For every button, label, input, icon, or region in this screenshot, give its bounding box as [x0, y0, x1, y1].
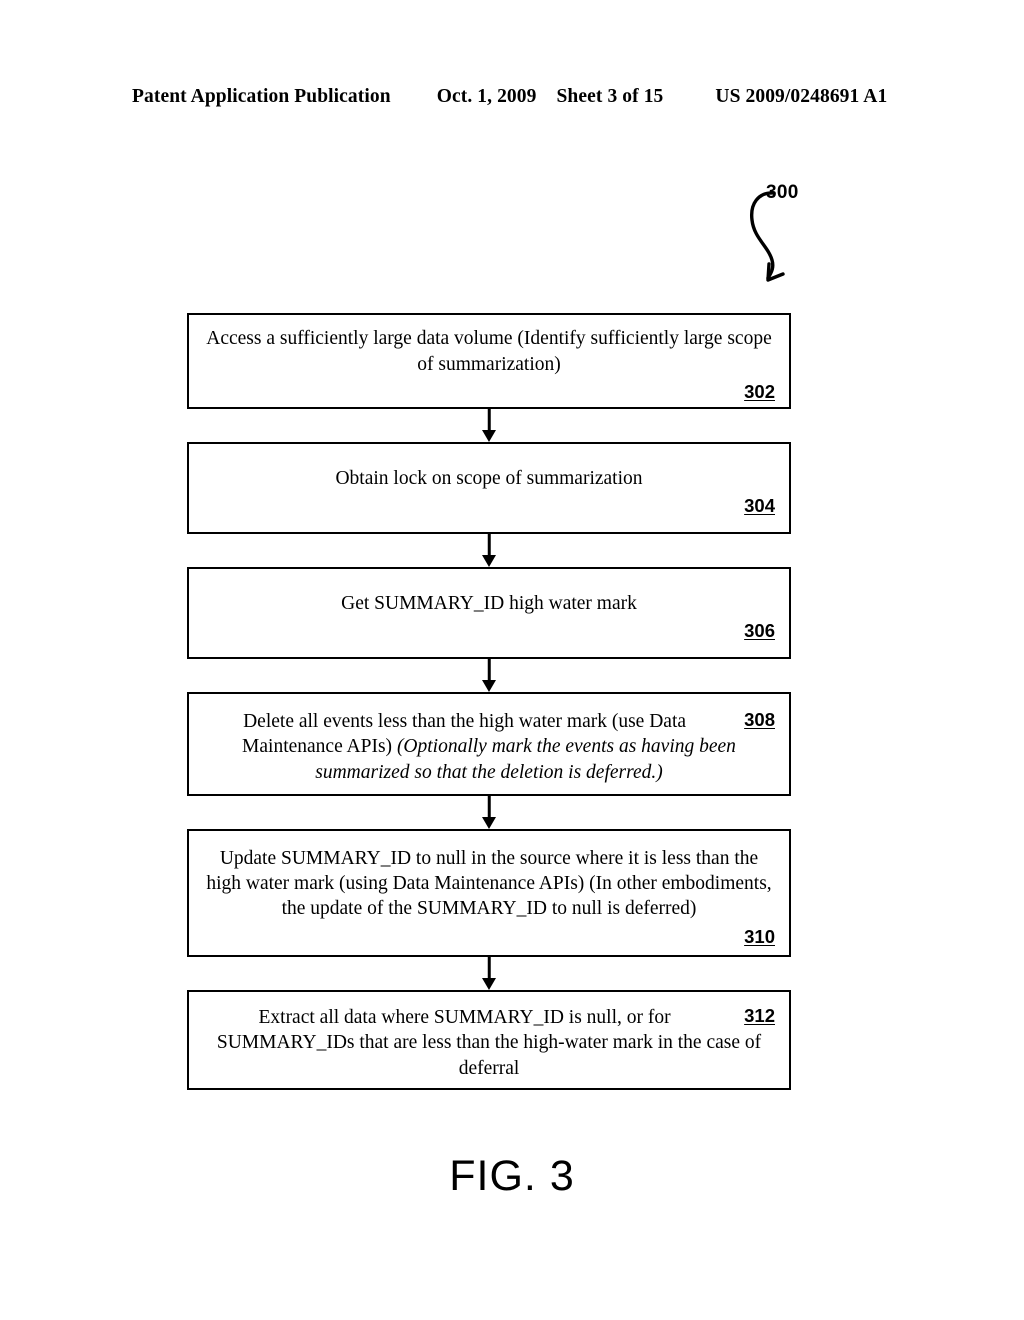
- flow-node-308-text: 308 Delete all events less than the high…: [203, 709, 775, 785]
- header-sheet-label: Sheet 3 of 15: [556, 86, 664, 107]
- flow-node-312-ref: 312: [744, 1004, 775, 1026]
- flow-node-312: 312 Extract all data where SUMMARY_ID is…: [187, 990, 791, 1090]
- flow-node-302-ref: 302: [744, 381, 775, 403]
- arrowhead-down-icon: [482, 817, 496, 829]
- flowchart: Access a sufficiently large data volume …: [187, 313, 791, 1090]
- flow-node-308-body: Delete all events less than the high wat…: [242, 710, 736, 783]
- flow-node-312-body: Extract all data where SUMMARY_ID is nul…: [216, 1006, 762, 1079]
- flow-node-304-text: Obtain lock on scope of summarization: [335, 468, 643, 490]
- figure-lead-line: 300: [728, 182, 878, 292]
- header-publication-label: Patent Application Publication: [132, 86, 391, 107]
- header-date-label: Oct. 1, 2009: [436, 86, 537, 107]
- flow-node-310-text: Update SUMMARY_ID to null in the source …: [206, 847, 772, 920]
- connector-308-310: [187, 796, 791, 829]
- flow-node-308-ref: 308: [744, 708, 775, 730]
- arrowhead-down-icon: [482, 555, 496, 567]
- arrowhead-down-icon: [482, 978, 496, 990]
- flow-node-308: 308 Delete all events less than the high…: [187, 692, 791, 796]
- arrowhead-down-icon: [482, 430, 496, 442]
- flow-node-306-ref: 306: [744, 620, 775, 642]
- flow-node-310: Update SUMMARY_ID to null in the source …: [187, 829, 791, 957]
- flow-node-302: Access a sufficiently large data volume …: [187, 313, 791, 409]
- figure-reference-numeral-300: 300: [766, 182, 799, 203]
- figure-caption: FIG. 3: [449, 1152, 575, 1200]
- flow-node-312-text: 312 Extract all data where SUMMARY_ID is…: [203, 1005, 775, 1081]
- header-patent-number: US 2009/0248691 A1: [715, 86, 888, 107]
- flow-node-302-text: Access a sufficiently large data volume …: [206, 328, 772, 375]
- arrowhead-down-icon: [482, 680, 496, 692]
- flow-node-306: Get SUMMARY_ID high water mark 306: [187, 567, 791, 659]
- page-header: Patent Application Publication Oct. 1, 2…: [132, 86, 892, 108]
- lead-line-curve-icon: [750, 191, 785, 282]
- connector-302-304: [187, 409, 791, 442]
- flow-node-310-ref: 310: [744, 925, 775, 947]
- flow-node-304: Obtain lock on scope of summarization 30…: [187, 442, 791, 534]
- connector-304-306: [187, 534, 791, 567]
- flow-node-306-text: Get SUMMARY_ID high water mark: [341, 593, 637, 615]
- connector-306-308: [187, 659, 791, 692]
- flow-node-304-ref: 304: [744, 495, 775, 517]
- connector-310-312: [187, 957, 791, 990]
